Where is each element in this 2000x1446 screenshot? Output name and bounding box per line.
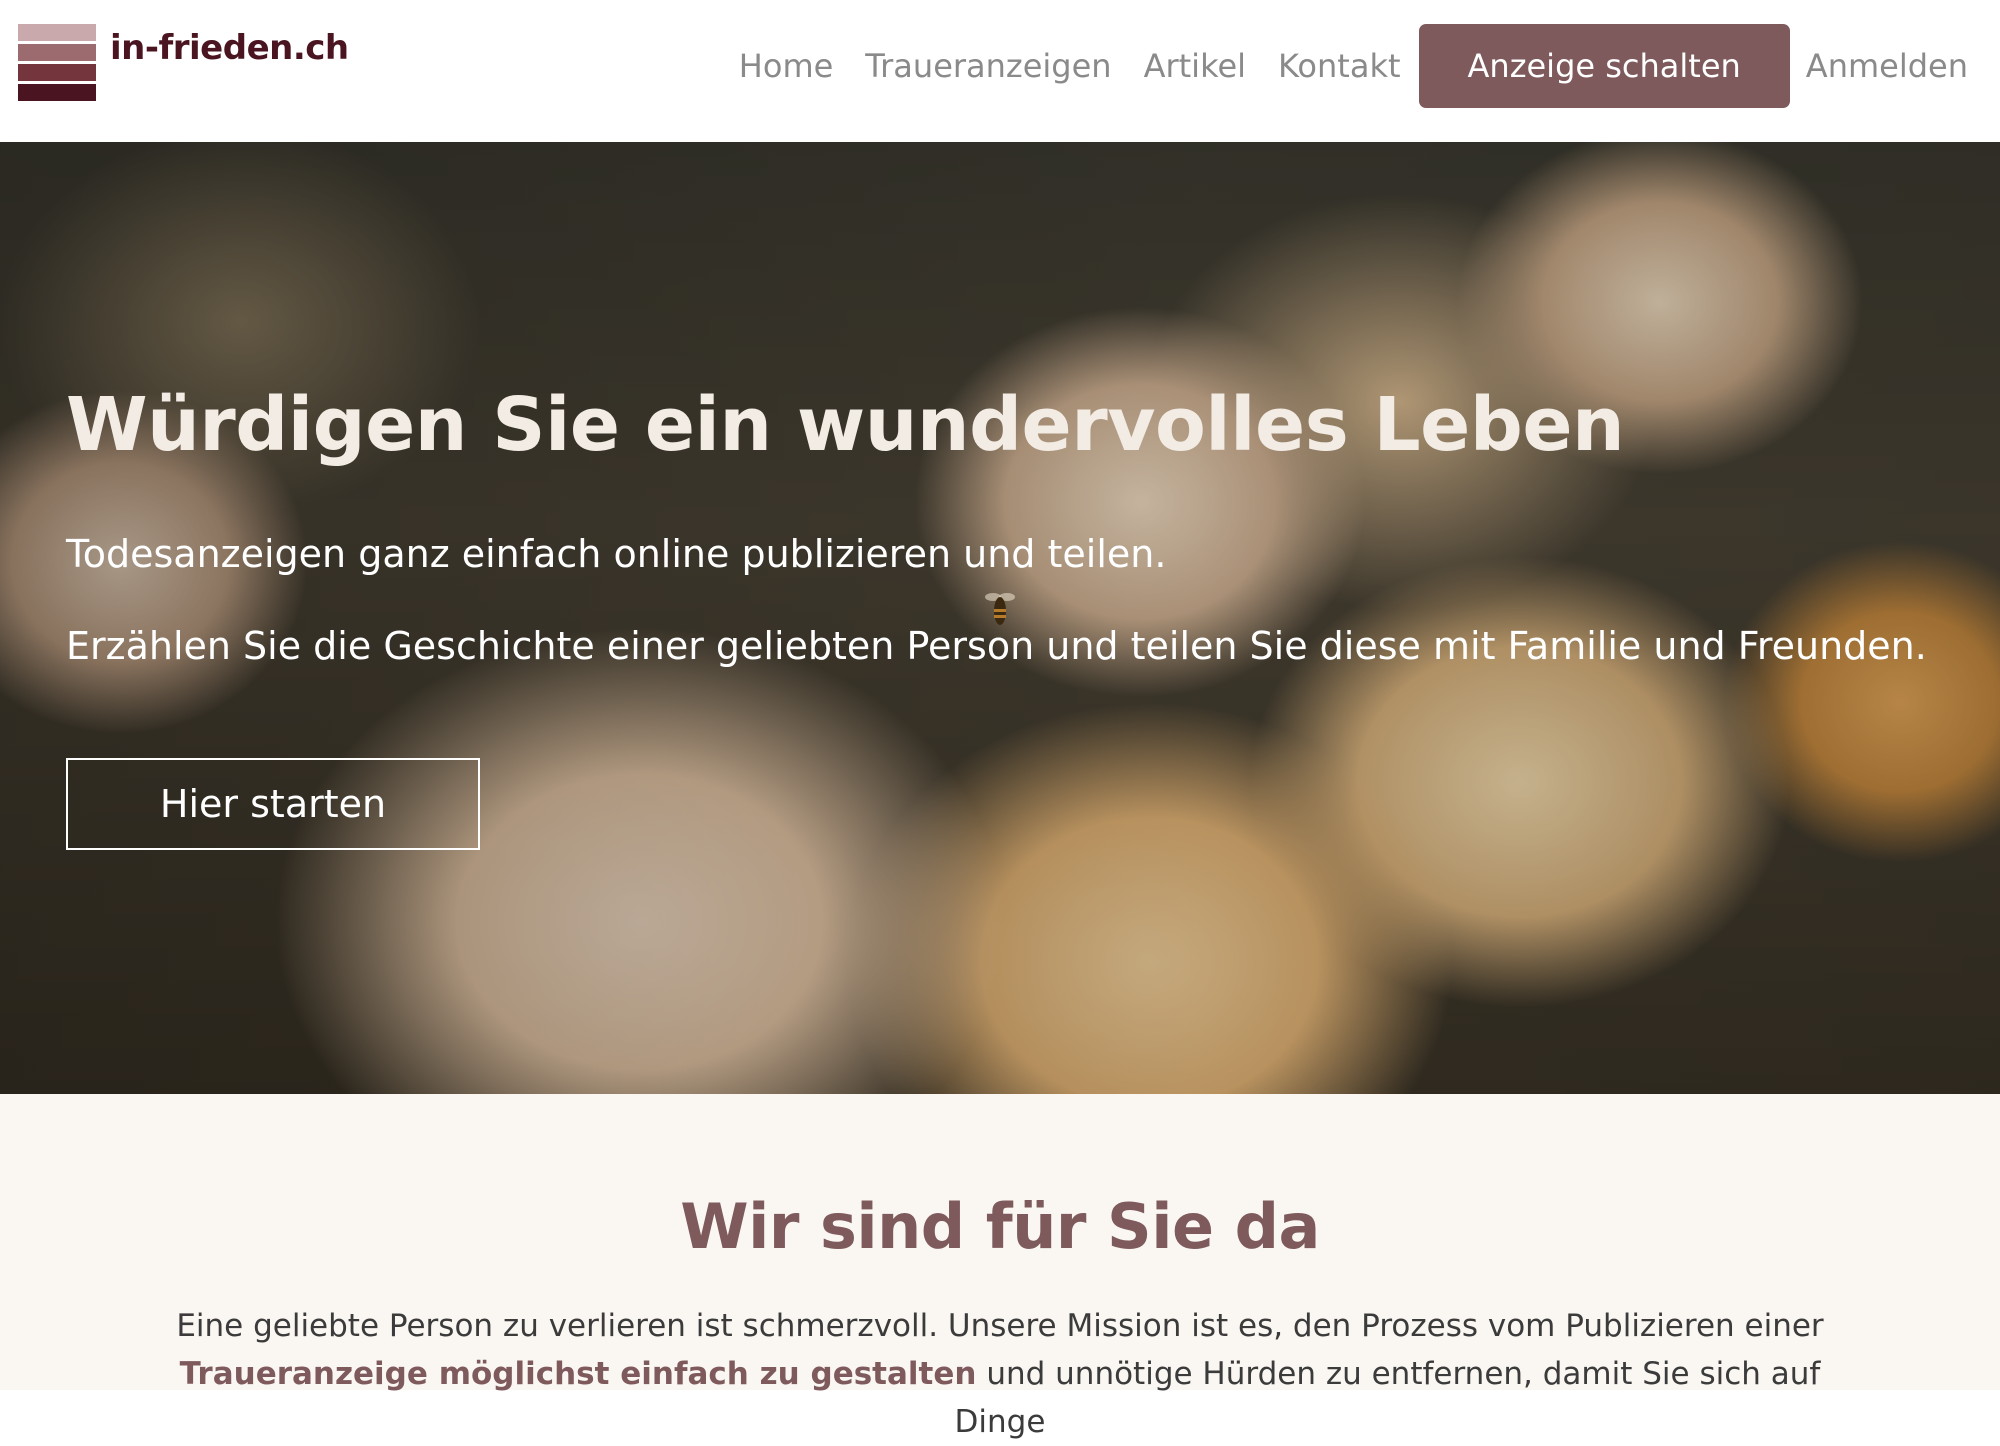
about-text-part2: und unnötige Hürden zu entfernen, damit … xyxy=(954,1356,1821,1440)
about-text-highlight: Traueranzeige möglichst einfach zu gesta… xyxy=(179,1356,977,1392)
site-header: in-frieden.ch Home Traueranzeigen Artike… xyxy=(0,0,2000,142)
main-nav: Home Traueranzeigen Artikel Kontakt Anze… xyxy=(707,24,1968,108)
hero-subtitle-2: Erzählen Sie die Geschichte einer gelieb… xyxy=(66,624,1927,668)
logo-mark-icon xyxy=(18,24,96,104)
hero-title: Würdigen Sie ein wundervolles Leben xyxy=(66,382,1625,468)
hero-section: Würdigen Sie ein wundervolles Leben Tode… xyxy=(0,142,2000,1094)
about-section: Wir sind für Sie da Eine geliebte Person… xyxy=(0,1094,2000,1440)
nav-link-kontakt[interactable]: Kontakt xyxy=(1278,47,1400,85)
about-text: Eine geliebte Person zu verlieren ist sc… xyxy=(150,1302,1850,1446)
logo[interactable]: in-frieden.ch xyxy=(18,24,349,104)
hero-subtitle-1: Todesanzeigen ganz einfach online publiz… xyxy=(66,532,1167,576)
nav-link-home[interactable]: Home xyxy=(739,47,834,85)
login-link[interactable]: Anmelden xyxy=(1806,47,1968,85)
hier-starten-button[interactable]: Hier starten xyxy=(66,758,480,850)
nav-link-artikel[interactable]: Artikel xyxy=(1144,47,1246,85)
anzeige-schalten-button[interactable]: Anzeige schalten xyxy=(1418,24,1790,108)
about-title: Wir sind für Sie da xyxy=(680,1190,1320,1263)
about-text-part1: Eine geliebte Person zu verlieren ist sc… xyxy=(176,1308,1824,1344)
logo-text: in-frieden.ch xyxy=(110,28,349,68)
nav-link-traueranzeigen[interactable]: Traueranzeigen xyxy=(865,47,1111,85)
